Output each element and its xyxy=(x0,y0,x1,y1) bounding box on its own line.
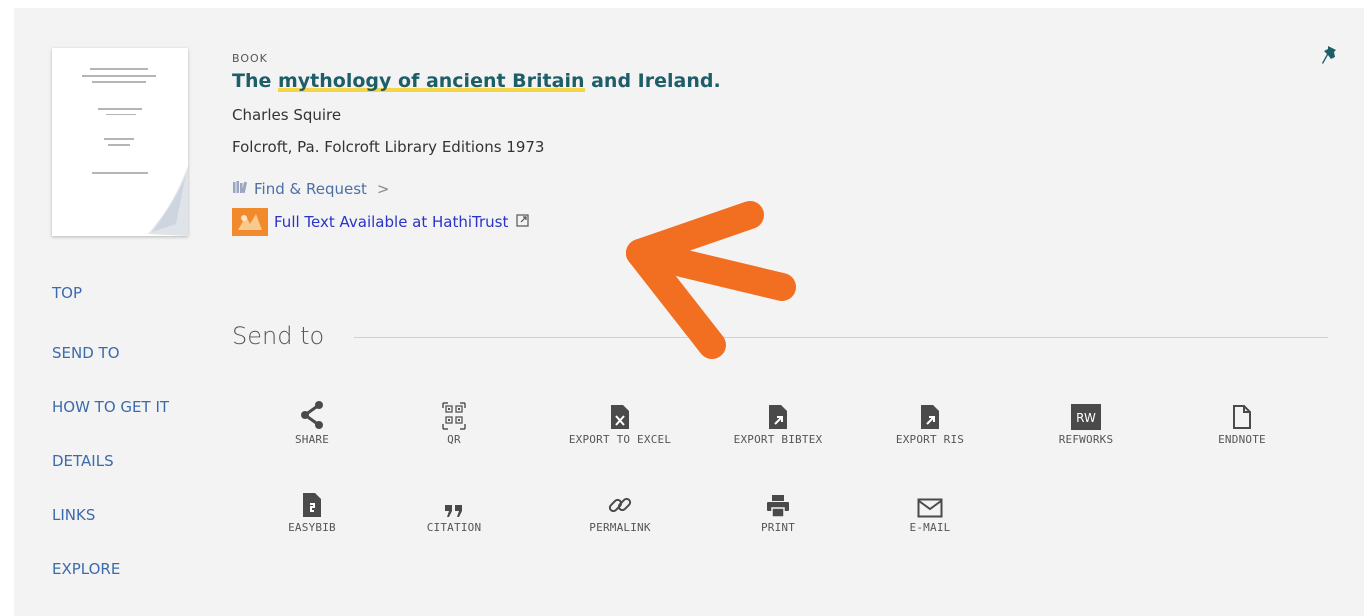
excel-icon xyxy=(611,405,629,429)
nav-top[interactable]: TOP xyxy=(52,284,82,302)
find-request-label: Find & Request xyxy=(254,180,367,198)
email-label: E-MAIL xyxy=(909,521,951,534)
export-bibtex-label: EXPORT BIBTEX xyxy=(733,433,823,446)
annotation-arrow xyxy=(600,185,800,369)
endnote-button[interactable]: ENDNOTE xyxy=(1182,396,1302,446)
easybib-label: EASYBIB xyxy=(288,521,336,534)
citation-button[interactable]: CITATION xyxy=(394,484,514,534)
nav-links[interactable]: LINKS xyxy=(52,506,95,524)
nav-send-to[interactable]: SEND TO xyxy=(52,344,120,362)
bibtex-icon xyxy=(769,405,787,429)
endnote-label: ENDNOTE xyxy=(1218,433,1266,446)
qr-button[interactable]: QR xyxy=(394,396,514,446)
title-highlight: mythology of ancient Britain xyxy=(278,70,585,92)
share-icon xyxy=(301,401,323,429)
record-title[interactable]: The mythology of ancient Britain and Ire… xyxy=(232,70,721,92)
refworks-label: REFWORKS xyxy=(1058,433,1114,446)
export-excel-button[interactable]: EXPORT TO EXCEL xyxy=(560,396,680,446)
easybib-button[interactable]: EASYBIB xyxy=(252,484,372,534)
refworks-icon: RW xyxy=(1071,404,1101,430)
title-prefix: The xyxy=(232,70,278,92)
book-shelf-icon xyxy=(232,180,248,198)
refworks-button[interactable]: RW REFWORKS xyxy=(1026,396,1146,446)
link-icon xyxy=(608,497,632,513)
quote-icon xyxy=(445,505,462,517)
print-label: PRINT xyxy=(760,521,796,534)
qr-label: QR xyxy=(447,433,461,446)
full-text-link[interactable]: Full Text Available at HathiTrust xyxy=(232,208,529,236)
pin-icon[interactable] xyxy=(1320,44,1340,72)
export-ris-button[interactable]: EXPORT RIS xyxy=(870,396,990,446)
nav-how-to-get-it[interactable]: HOW TO GET IT xyxy=(52,398,169,416)
print-button[interactable]: PRINT xyxy=(718,484,838,534)
send-to-heading: Send to xyxy=(232,322,325,350)
record-author: Charles Squire xyxy=(232,106,342,124)
book-cover-thumbnail[interactable] xyxy=(52,48,188,236)
citation-label: CITATION xyxy=(426,521,482,534)
ris-icon xyxy=(921,405,939,429)
chevron-right-icon: > xyxy=(376,180,390,198)
export-bibtex-button[interactable]: EXPORT BIBTEX xyxy=(718,396,838,446)
record-publication: Folcroft, Pa. Folcroft Library Editions … xyxy=(232,138,545,156)
easybib-icon xyxy=(303,493,321,517)
share-label: SHARE xyxy=(294,433,330,446)
section-divider xyxy=(354,337,1328,338)
endnote-icon xyxy=(1233,405,1251,429)
hathitrust-logo-icon xyxy=(232,208,268,236)
record-type: BOOK xyxy=(232,52,268,65)
refworks-badge-text: RW xyxy=(1076,411,1096,425)
share-button[interactable]: SHARE xyxy=(252,396,372,446)
export-excel-label: EXPORT TO EXCEL xyxy=(568,433,672,446)
qr-icon xyxy=(442,402,466,430)
print-icon xyxy=(767,495,789,518)
full-text-label: Full Text Available at HathiTrust xyxy=(274,213,509,231)
nav-details[interactable]: DETAILS xyxy=(52,452,114,470)
permalink-button[interactable]: PERMALINK xyxy=(560,484,680,534)
find-request-link[interactable]: Find & Request > xyxy=(232,180,389,198)
cover-page-art xyxy=(82,68,188,236)
external-link-icon xyxy=(516,213,529,231)
nav-explore[interactable]: EXPLORE xyxy=(52,560,120,578)
export-ris-label: EXPORT RIS xyxy=(895,433,965,446)
title-suffix: and Ireland. xyxy=(584,70,721,92)
permalink-label: PERMALINK xyxy=(589,521,651,534)
envelope-icon xyxy=(917,498,943,518)
email-button[interactable]: E-MAIL xyxy=(870,484,990,534)
